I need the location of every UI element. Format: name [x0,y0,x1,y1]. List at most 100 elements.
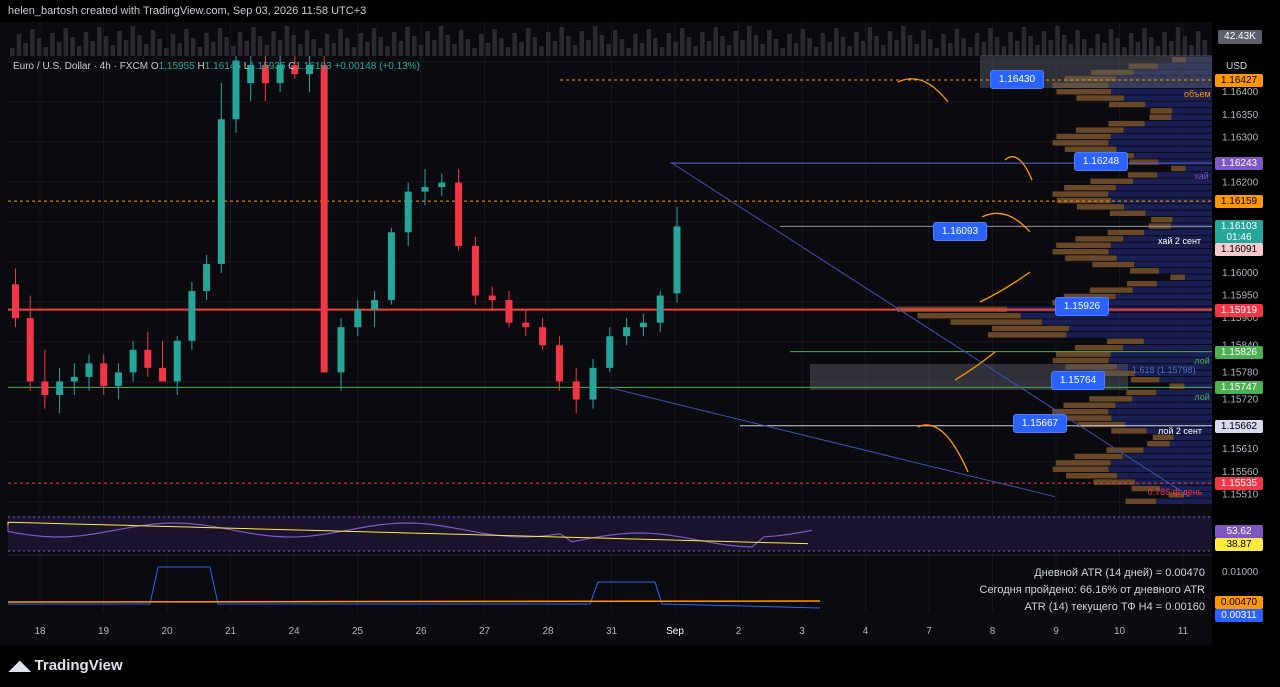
price-tick: 1.16200 [1222,178,1259,189]
volume-profile-value-area [1107,229,1145,236]
volume-profile-value-area [1170,274,1185,280]
price-tick: 1.15610 [1222,444,1259,455]
price-tick: 1.15780 [1222,367,1259,378]
volume-bar [680,28,685,56]
candle-body [354,309,362,328]
volume-bar [968,47,973,56]
volume-bar [492,29,497,56]
volume-bar [1048,40,1053,56]
volume-bar [63,28,69,56]
atr-daily-line-plot [7,600,821,603]
volume-bar [807,38,812,56]
volume-bar [170,34,176,56]
rsi-band [8,516,1212,551]
time-tick: 24 [288,626,300,637]
time-tick: 27 [479,626,491,637]
volume-bar [251,27,256,56]
volume-bar [479,34,484,56]
price-callout[interactable]: 1.15667 [1013,414,1067,434]
chart-area[interactable]: 1.16400 1.16350 1.16300 1.16200 1.16000 1.159… [0,22,1280,645]
volume-bar [1102,43,1107,56]
volume-bar [747,26,752,56]
price-callout[interactable]: 1.16430 [990,69,1044,89]
volume-bar [733,31,739,56]
volume-bar [981,42,986,56]
volume-profile-value-area [1108,121,1145,127]
time-tick: 25 [352,626,364,637]
volume-bar [1175,27,1181,56]
volume-bar [1122,47,1127,56]
price-callout[interactable]: 1.16248 [1074,151,1128,171]
candle-body [144,349,152,368]
volume-bar [921,30,926,56]
volume-bar [907,35,913,56]
candle-body [203,263,211,292]
volume-bar [1041,31,1047,56]
volume-bar [499,38,504,56]
volume-profile-value-area [1075,127,1124,133]
volume-bar [217,28,223,56]
volume-bar [834,28,839,56]
volume-bar [726,45,732,56]
price-chart-svg[interactable]: 1.16400 1.16350 1.16300 1.16200 1.16000 1.159… [0,22,1280,645]
currency-label[interactable]: USD [1226,61,1247,72]
volume-bar [820,33,826,56]
volume-bar [123,40,129,56]
volume-bar [224,37,229,56]
volume-bar [36,38,42,56]
tradingview-logo[interactable]: ◢◣ TradingView [9,657,123,674]
volume-bar [304,30,310,56]
price-callout[interactable]: 1.15764 [1051,370,1105,390]
volume-bar [606,44,611,56]
volume-bar [425,31,430,56]
volume-profile-value-area [1052,357,1109,364]
open-label: O [150,61,159,72]
price-callout[interactable]: 1.15926 [1055,297,1109,317]
candle-body [488,295,496,301]
volume-profile-value-area [1127,172,1158,178]
volume-profile-value-area [1090,178,1134,184]
volume-bar [157,39,162,56]
candle-body [41,381,49,395]
volume-profile-value-area [1171,165,1186,172]
volume-bar [257,36,263,56]
volume-profile-value-area [1107,338,1144,344]
candle-body [438,182,446,188]
volume-bar [927,39,933,56]
volume-profile-value-area [1066,473,1118,479]
volume-bar [988,28,993,56]
price-tag: 01:46 [1215,230,1263,244]
price-tag: 1.15919 [1215,303,1263,317]
volume-bar [438,26,444,56]
time-tick: Sep [666,626,684,637]
time-tick: 3 [799,626,805,637]
low-value: 1.15935 [249,61,286,72]
volume-bar [130,26,136,56]
price-callout[interactable]: 1.16093 [933,221,987,241]
volume-bar [264,45,270,56]
price-tag: 1.16159 [1215,195,1263,209]
volume-bar [378,37,383,56]
candle-body [371,300,379,310]
volume-bar [351,47,357,56]
volume-bar [894,40,899,56]
candle-body [404,191,412,233]
volume-bar [10,48,15,56]
volume-bar [1082,39,1087,56]
volume-bar [532,37,538,56]
volume-profile-value-area [1056,133,1111,140]
volume-bar [30,29,35,56]
volume-bar [901,26,906,56]
volume-bar [552,41,558,56]
volume-bar [1182,36,1187,56]
candle-body [217,119,225,264]
volume-profile-value-area [987,332,1067,338]
volume-bar [1095,34,1100,56]
volume-bar [190,38,196,56]
candle-body [673,226,681,294]
volume-bar [1008,32,1013,56]
volume-bar [412,36,417,56]
volume-bar [43,47,48,56]
volume-profile-value-area [1056,242,1111,248]
volume-bar [1128,33,1134,56]
